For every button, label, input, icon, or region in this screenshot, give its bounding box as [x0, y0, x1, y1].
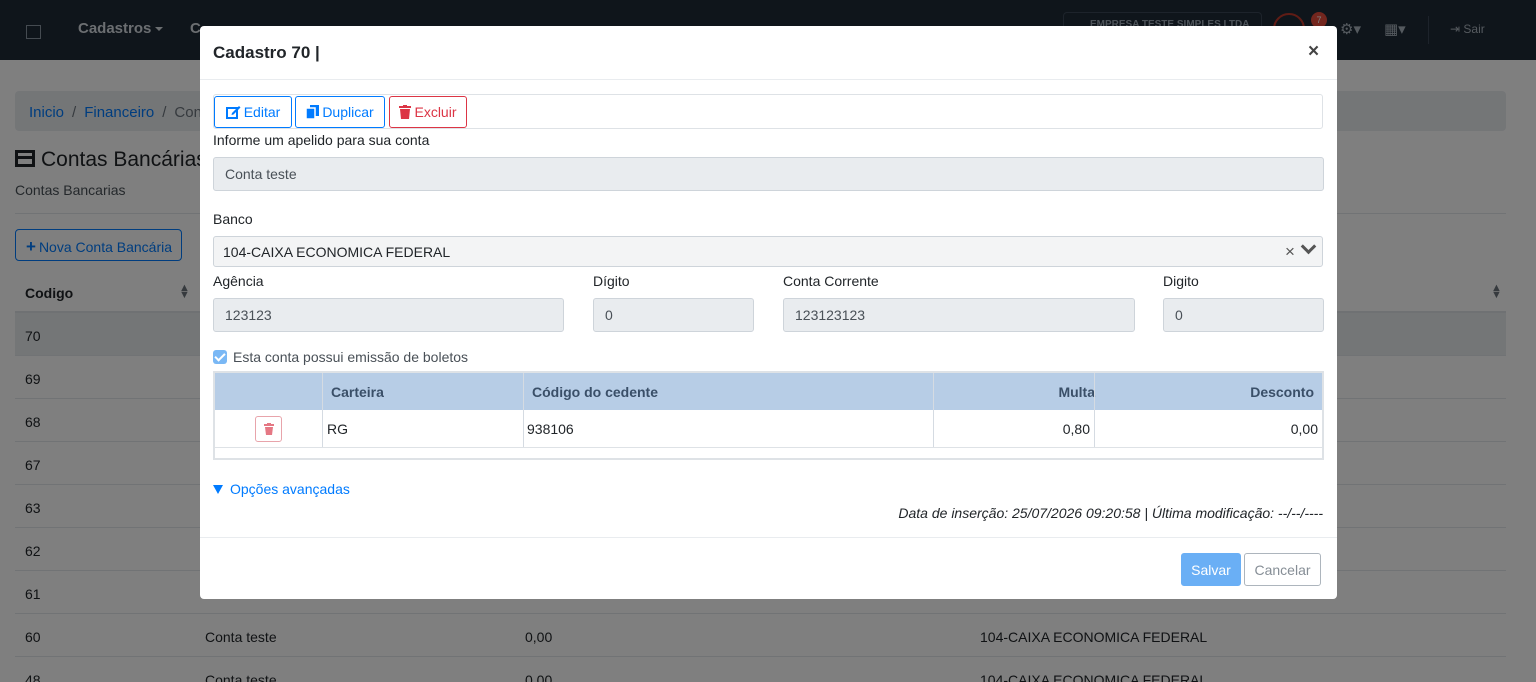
- edit-button[interactable]: Editar: [214, 96, 292, 128]
- digito-conta-label: Digito: [1163, 273, 1199, 289]
- banco-select[interactable]: 104-CAIXA ECONOMICA FEDERAL ×: [213, 236, 1323, 267]
- duplicate-label: Duplicar: [322, 104, 374, 120]
- grid-row[interactable]: RG 938106 0,80 0,00: [215, 410, 1322, 448]
- chevron-down-icon[interactable]: [1300, 238, 1317, 255]
- boleto-checkbox[interactable]: [213, 350, 227, 364]
- delete-label: Excluir: [414, 104, 457, 120]
- banco-selected-value: 104-CAIXA ECONOMICA FEDERAL: [223, 244, 451, 260]
- boleto-checkbox-row[interactable]: Esta conta possui emissão de boletos: [213, 349, 468, 365]
- duplicate-button[interactable]: Duplicar: [295, 96, 385, 128]
- trash-icon: [399, 105, 412, 119]
- conta-corrente-label: Conta Corrente: [783, 273, 879, 289]
- carteiras-grid: Carteira Código do cedente Multa Descont…: [213, 371, 1324, 460]
- cell-desconto: 0,00: [1290, 421, 1318, 437]
- cell-cedente: 938106: [527, 421, 574, 437]
- column-header-carteira[interactable]: Carteira: [331, 384, 384, 400]
- modal-toolbar: Editar Duplicar Excluir: [213, 94, 1323, 129]
- clear-icon[interactable]: ×: [1285, 242, 1295, 262]
- triangle-down-icon: [213, 485, 223, 494]
- column-header-cedente[interactable]: Código do cedente: [532, 384, 658, 400]
- delete-button[interactable]: Excluir: [389, 96, 467, 128]
- grid-header: Carteira Código do cedente Multa Descont…: [215, 373, 1322, 410]
- edit-icon: [225, 106, 241, 119]
- modal-title: Cadastro 70 |: [213, 43, 320, 62]
- agencia-label: Agência: [213, 273, 264, 289]
- cancel-button[interactable]: Cancelar: [1244, 553, 1321, 586]
- boleto-checkbox-label: Esta conta possui emissão de boletos: [233, 349, 469, 365]
- edit-label: Editar: [243, 104, 281, 120]
- digito-agencia-label: Dígito: [593, 273, 630, 289]
- remove-row-button[interactable]: [255, 416, 282, 442]
- column-header-desconto[interactable]: Desconto: [1250, 384, 1314, 400]
- digito-agencia-field[interactable]: 0: [593, 298, 754, 332]
- banco-label: Banco: [213, 211, 253, 227]
- advanced-options-label: Opções avançadas: [230, 481, 350, 497]
- close-icon[interactable]: ×: [1308, 41, 1319, 63]
- copy-icon: [306, 105, 320, 119]
- conta-corrente-field[interactable]: 123123123: [783, 298, 1135, 332]
- trash-icon: [264, 423, 274, 435]
- modal-footer: Salvar Cancelar: [200, 537, 1337, 599]
- cell-multa: 0,80: [1062, 421, 1090, 437]
- save-button[interactable]: Salvar: [1181, 553, 1241, 586]
- apelido-label: Informe um apelido para sua conta: [213, 132, 430, 148]
- record-metadata: Data de inserção: 25/07/2026 09:20:58 | …: [898, 505, 1323, 521]
- column-header-multa[interactable]: Multa: [1058, 384, 1095, 400]
- account-modal: Cadastro 70 | × Editar Duplicar Excluir …: [200, 26, 1337, 599]
- cell-carteira: RG: [327, 421, 348, 437]
- modal-header: Cadastro 70 | ×: [200, 26, 1337, 80]
- agencia-field[interactable]: 123123: [213, 298, 564, 332]
- advanced-options-toggle[interactable]: Opções avançadas: [213, 481, 350, 497]
- apelido-field[interactable]: Conta teste: [213, 157, 1324, 191]
- digito-conta-field[interactable]: 0: [1163, 298, 1324, 332]
